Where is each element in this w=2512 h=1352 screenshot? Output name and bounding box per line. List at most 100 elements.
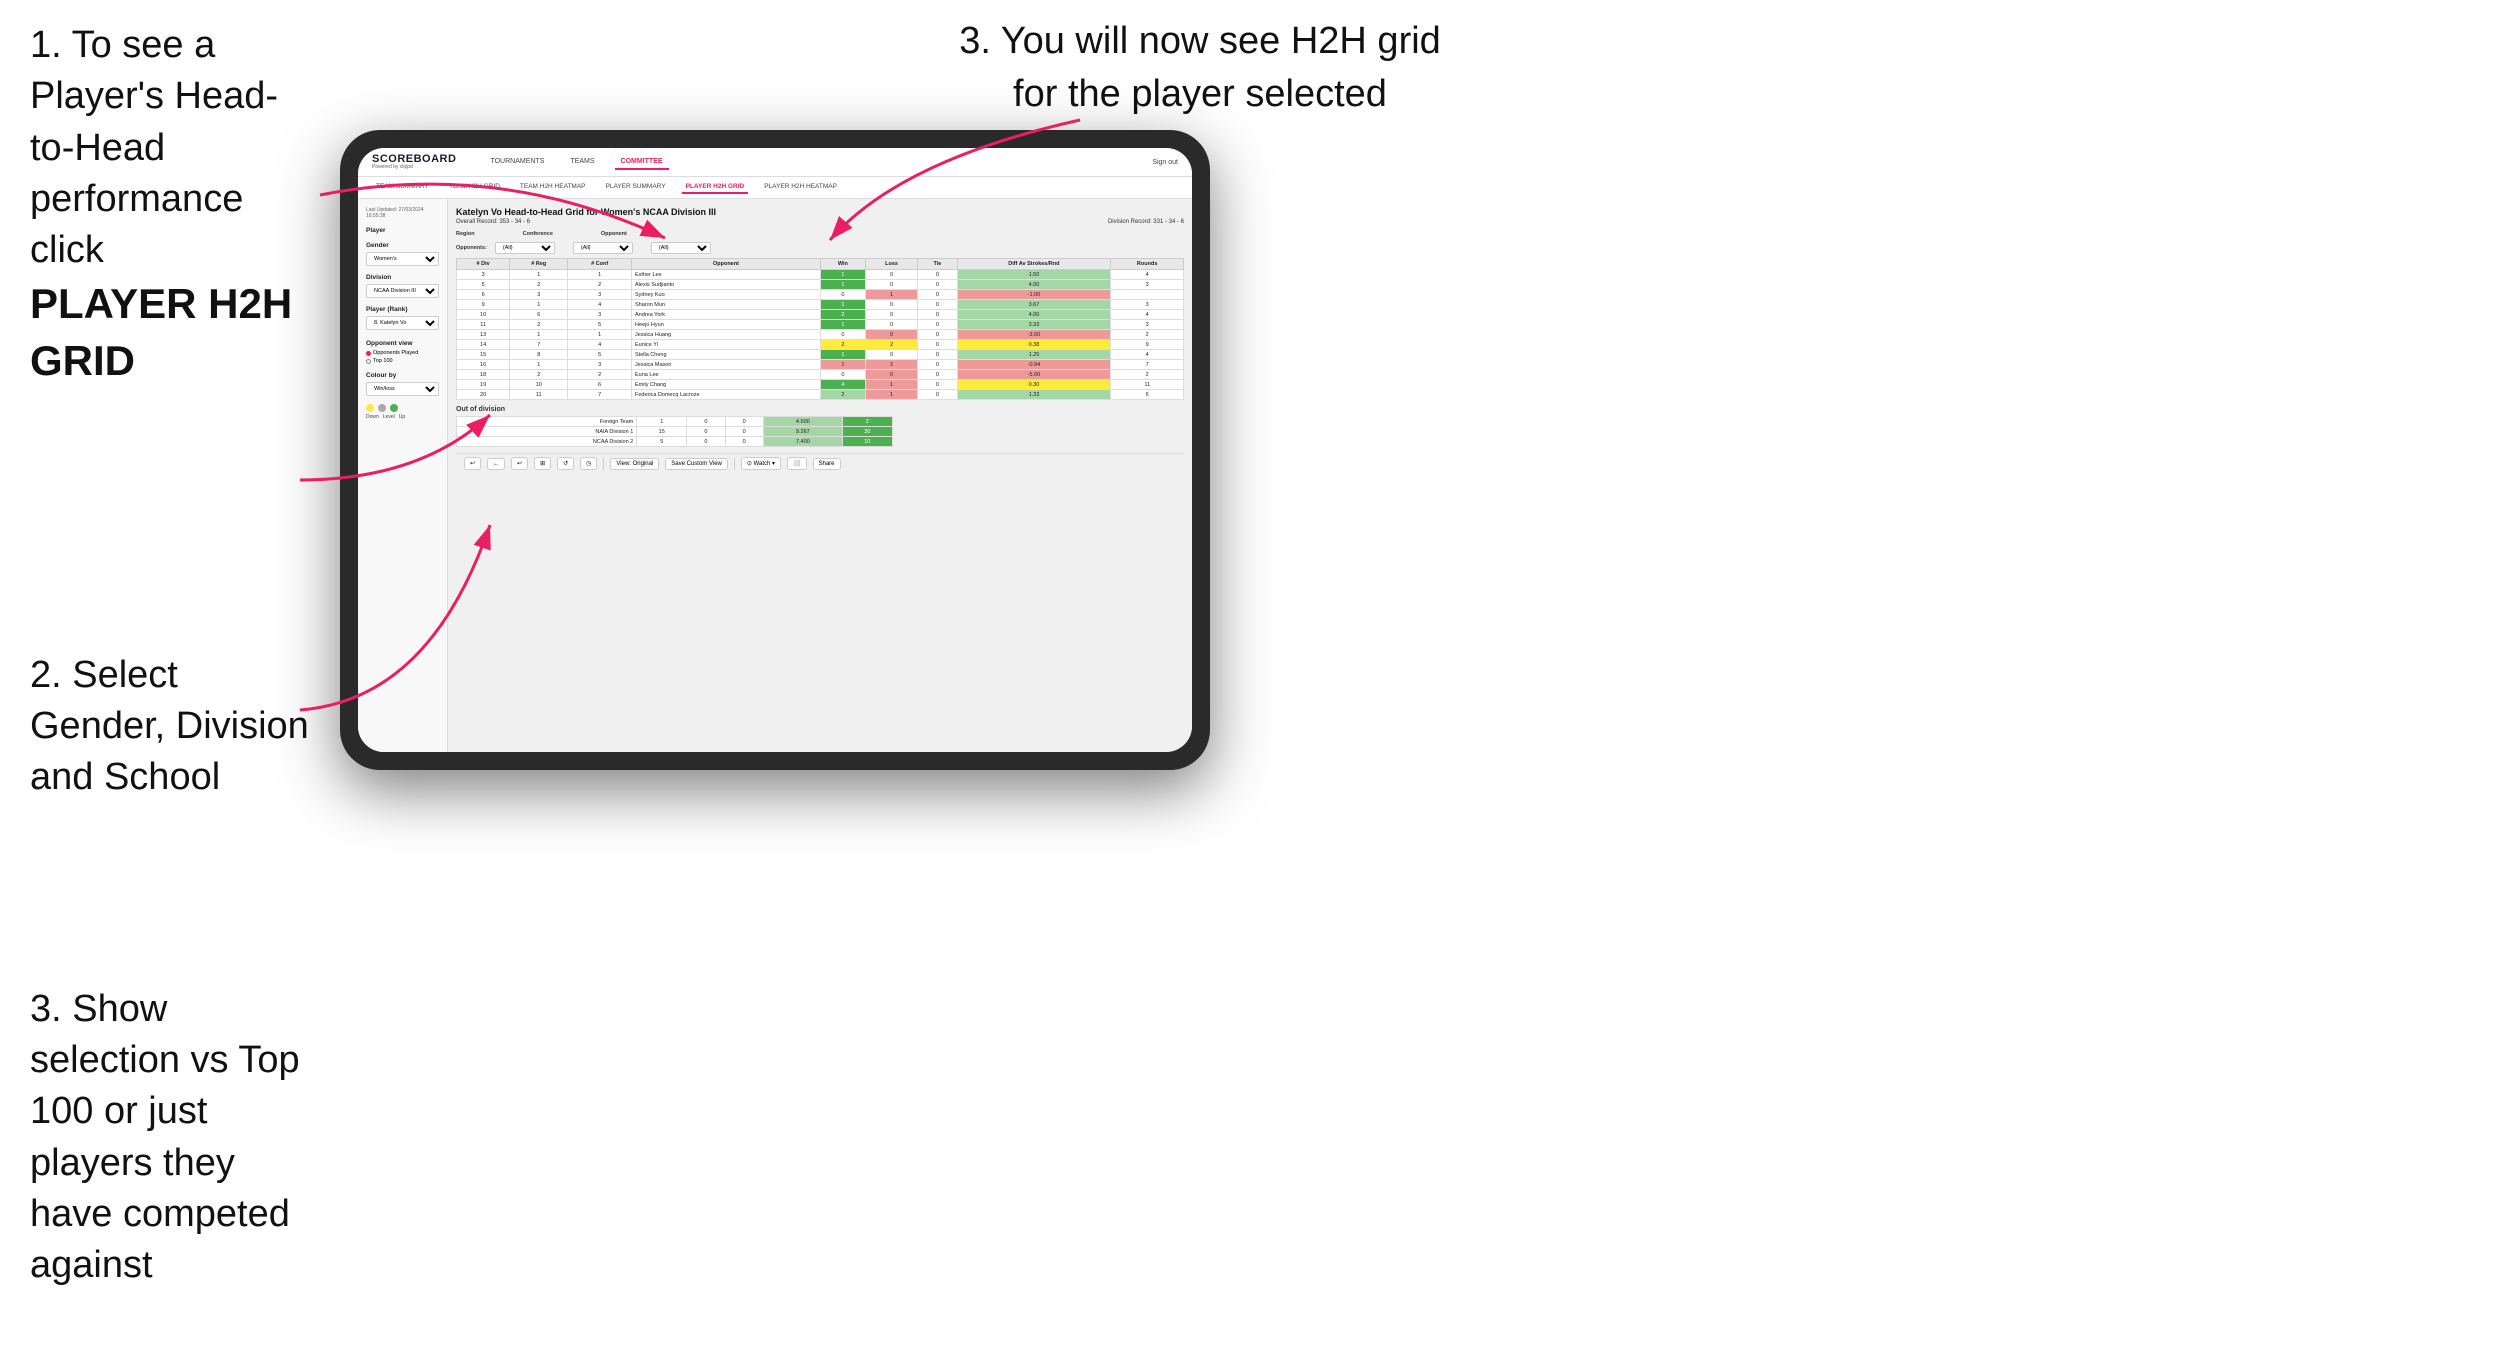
sidebar-colour-select[interactable]: Win/loss xyxy=(366,382,439,396)
th-conf: # Conf xyxy=(568,259,632,270)
toolbar-save-custom[interactable]: Save Custom View xyxy=(665,458,728,470)
panel-title: Katelyn Vo Head-to-Head Grid for Women's… xyxy=(456,207,1184,217)
content-panel: Katelyn Vo Head-to-Head Grid for Women's… xyxy=(448,199,1192,752)
nav-right: Sign out xyxy=(1152,159,1178,166)
th-win: Win xyxy=(820,259,865,270)
sidebar-division-section: Division NCAA Division III xyxy=(366,274,439,298)
sidebar-timestamp: Last Updated: 27/03/2024 16:55:38 xyxy=(366,207,439,219)
sidebar-player-rank-select[interactable]: 8. Katelyn Vo xyxy=(366,316,439,330)
sidebar-radio-top100[interactable]: Top 100 xyxy=(366,358,439,364)
nav-sign-out[interactable]: Sign out xyxy=(1152,159,1178,166)
table-row: 19106Emily Chang4100.3011 xyxy=(457,380,1184,390)
table-row: 1474Eunice Yi2200.389 xyxy=(457,340,1184,350)
table-row: 914Sharon Mun1003.673 xyxy=(457,300,1184,310)
table-row: 1585Stella Cheng1001.254 xyxy=(457,350,1184,360)
toolbar-square[interactable]: ⬜ xyxy=(787,457,806,470)
sidebar-radio-group: Opponents Played Top 100 xyxy=(366,350,439,364)
sidebar-radio-opponents[interactable]: Opponents Played xyxy=(366,350,439,356)
sidebar-opponent-view-section: Opponent view Opponents Played Top 100 xyxy=(366,340,439,364)
out-of-division-label: Out of division xyxy=(456,406,1184,413)
instruction-3-left: 3. Show selection vs Top 100 or just pla… xyxy=(30,984,310,1292)
overall-record: Overall Record: 353 - 34 - 6 xyxy=(456,219,530,225)
table-row: 311Esther Lee1001.504 xyxy=(457,270,1184,280)
sub-nav-team-heatmap[interactable]: TEAM H2H HEATMAP xyxy=(516,181,590,194)
nav-committee[interactable]: COMMITTEE xyxy=(615,155,669,170)
sidebar-colour-label: Colour by xyxy=(366,372,439,379)
th-loss: Loss xyxy=(865,259,917,270)
th-opponent: Opponent xyxy=(632,259,821,270)
toolbar-undo[interactable]: ↩ xyxy=(464,457,481,470)
legend-down-label: Down xyxy=(366,414,379,420)
toolbar-view-original[interactable]: View: Original xyxy=(610,458,659,470)
nav-tournaments[interactable]: TOURNAMENTS xyxy=(484,155,550,170)
out-of-division-table: Foreign Team1004.5002NAIA Division 11500… xyxy=(456,416,893,447)
table-row: 1125Heejo Hyun1003.333 xyxy=(457,320,1184,330)
out-div-row: NCAA Division 25007.40010 xyxy=(457,437,893,447)
toolbar-clock[interactable]: ◷ xyxy=(580,457,597,470)
table-header-row: # Div # Reg # Conf Opponent Win Loss Tie… xyxy=(457,259,1184,270)
sidebar-player-section: Player xyxy=(366,227,439,234)
toolbar-sep-2 xyxy=(734,458,735,470)
toolbar-redo[interactable]: ↩ xyxy=(511,457,528,470)
th-reg: # Reg xyxy=(510,259,568,270)
legend-labels: Down Level Up xyxy=(366,414,439,420)
sidebar-gender-section: Gender Women's xyxy=(366,242,439,266)
tablet: SCOREBOARD Powered by clippd TOURNAMENTS… xyxy=(340,130,1210,770)
sidebar: Last Updated: 27/03/2024 16:55:38 Player… xyxy=(358,199,448,752)
nav-teams[interactable]: TEAMS xyxy=(564,155,600,170)
toolbar-back[interactable]: ← xyxy=(487,458,505,470)
filter-row: Region Conference Opponent xyxy=(456,231,1184,238)
instruction-3-right-text: 3. You will now see H2H grid for the pla… xyxy=(950,15,1450,121)
legend-level-label: Level xyxy=(383,414,395,420)
sub-nav-player-h2h[interactable]: PLAYER H2H GRID xyxy=(682,181,749,194)
toolbar-watch[interactable]: ⊙ Watch ▾ xyxy=(741,457,781,470)
sidebar-division-label: Division xyxy=(366,274,439,281)
tablet-screen: SCOREBOARD Powered by clippd TOURNAMENTS… xyxy=(358,148,1192,752)
toolbar-sep-1 xyxy=(603,458,604,470)
sub-nav-player-summary[interactable]: PLAYER SUMMARY xyxy=(602,181,670,194)
sub-nav-player-heatmap[interactable]: PLAYER H2H HEATMAP xyxy=(760,181,841,194)
sub-navbar: TEAM SUMMARY TEAM H2H GRID TEAM H2H HEAT… xyxy=(358,177,1192,199)
instruction-3-right: 3. You will now see H2H grid for the pla… xyxy=(950,15,1450,121)
sub-nav-team-summary[interactable]: TEAM SUMMARY xyxy=(372,181,433,194)
opponents-select[interactable]: (All) xyxy=(495,242,555,254)
toolbar-refresh[interactable]: ↺ xyxy=(557,457,574,470)
out-div-row: NAIA Division 115009.26730 xyxy=(457,427,893,437)
toolbar-grid[interactable]: ⊞ xyxy=(534,457,551,470)
logo-sub: Powered by clippd xyxy=(372,165,456,170)
radio-opponents-label: Opponents Played xyxy=(373,350,418,356)
filter-conference: Conference xyxy=(523,231,553,238)
th-tie: Tie xyxy=(918,259,957,270)
sidebar-player-rank-section: Player (Rank) 8. Katelyn Vo xyxy=(366,306,439,330)
navbar: SCOREBOARD Powered by clippd TOURNAMENTS… xyxy=(358,148,1192,177)
opponent-select[interactable]: (All) xyxy=(651,242,711,254)
filter-opponent: Opponent xyxy=(601,231,627,238)
out-div-row: Foreign Team1004.5002 xyxy=(457,417,893,427)
sidebar-gender-select[interactable]: Women's xyxy=(366,252,439,266)
left-instructions: 1. To see a Player's Head-to-Head perfor… xyxy=(0,0,340,1342)
filter-region-label: Region xyxy=(456,231,475,237)
sidebar-opponent-view-label: Opponent view xyxy=(366,340,439,347)
table-row: 1311Jessica Huang000-3.002 xyxy=(457,330,1184,340)
main-content: Last Updated: 27/03/2024 16:55:38 Player… xyxy=(358,199,1192,752)
nav-links: TOURNAMENTS TEAMS COMMITTEE xyxy=(484,155,1136,170)
table-row: 1613Jessica Mason120-0.947 xyxy=(457,360,1184,370)
toolbar-share[interactable]: Share xyxy=(813,458,841,470)
instruction-1: 1. To see a Player's Head-to-Head perfor… xyxy=(30,20,310,390)
color-legend xyxy=(366,404,439,412)
radio-top100-label: Top 100 xyxy=(373,358,393,364)
sidebar-division-select[interactable]: NCAA Division III xyxy=(366,284,439,298)
table-row: 1063Andrea York2004.004 xyxy=(457,310,1184,320)
logo-area: SCOREBOARD Powered by clippd xyxy=(372,154,456,170)
legend-level-dot xyxy=(378,404,386,412)
instruction-3-left-text: 3. Show selection vs Top 100 or just pla… xyxy=(30,984,310,1292)
filter-region: Region xyxy=(456,231,475,238)
instruction-1-text: 1. To see a Player's Head-to-Head perfor… xyxy=(30,20,310,276)
sub-nav-team-h2h[interactable]: TEAM H2H GRID xyxy=(445,181,504,194)
radio-dot-top100 xyxy=(366,359,371,364)
filter-opponent-label: Opponent xyxy=(601,231,627,237)
conference-select[interactable]: (All) xyxy=(573,242,633,254)
sidebar-player-label: Player xyxy=(366,227,439,234)
table-row: 522Alexis Sudjianto1004.003 xyxy=(457,280,1184,290)
sidebar-colour-section: Colour by Win/loss xyxy=(366,372,439,396)
